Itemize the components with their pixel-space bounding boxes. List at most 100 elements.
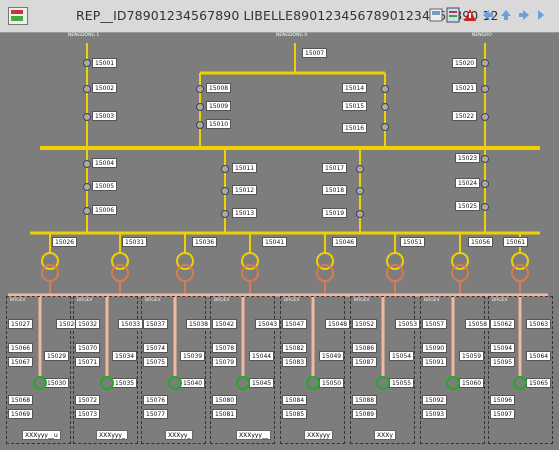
- breaker-label[interactable]: 15064: [526, 351, 552, 361]
- switch-icon[interactable]: [356, 165, 364, 173]
- breaker-label[interactable]: 15026: [52, 237, 78, 247]
- arrow-left-icon[interactable]: [480, 7, 496, 24]
- breaker-label[interactable]: 15011: [232, 163, 258, 173]
- breaker-label[interactable]: 15073: [75, 409, 101, 419]
- breaker-label[interactable]: 15044: [249, 351, 275, 361]
- switch-icon[interactable]: [221, 210, 229, 218]
- switch-icon[interactable]: [356, 210, 364, 218]
- breaker-label[interactable]: 15025: [455, 201, 481, 211]
- breaker-icon[interactable]: [446, 376, 460, 390]
- document-icon[interactable]: [445, 7, 461, 24]
- breaker-label[interactable]: 15069: [8, 409, 34, 419]
- breaker-label[interactable]: 15045: [249, 378, 275, 388]
- breaker-label[interactable]: 15080: [212, 395, 238, 405]
- switch-icon[interactable]: [83, 183, 91, 191]
- breaker-label[interactable]: 15068: [8, 395, 34, 405]
- breaker-label[interactable]: 15004: [92, 158, 118, 168]
- breaker-label[interactable]: 15077: [143, 409, 169, 419]
- breaker-label[interactable]: 15090: [422, 343, 448, 353]
- breaker-label[interactable]: 15083: [282, 357, 308, 367]
- breaker-label[interactable]: 15085: [282, 409, 308, 419]
- breaker-label[interactable]: 15057: [422, 319, 448, 329]
- switch-icon[interactable]: [481, 180, 489, 188]
- switch-icon[interactable]: [83, 59, 91, 67]
- breaker-icon[interactable]: [33, 376, 47, 390]
- breaker-label[interactable]: 15019: [322, 208, 348, 218]
- breaker-label[interactable]: 15039: [180, 351, 206, 361]
- breaker-label[interactable]: 15027: [8, 319, 34, 329]
- breaker-label[interactable]: 15097: [490, 409, 516, 419]
- breaker-label[interactable]: 15084: [282, 395, 308, 405]
- breaker-label[interactable]: 15031: [122, 237, 148, 247]
- breaker-label[interactable]: 15091: [422, 357, 448, 367]
- switch-icon[interactable]: [221, 187, 229, 195]
- breaker-label[interactable]: 15030: [44, 378, 70, 388]
- breaker-label[interactable]: 15009: [206, 101, 232, 111]
- footer-tag[interactable]: XXXyyy__: [236, 430, 271, 440]
- arrow-up-icon[interactable]: [498, 7, 514, 24]
- breaker-icon[interactable]: [100, 376, 114, 390]
- footer-tag[interactable]: XXXyyy: [304, 430, 333, 440]
- app-icon[interactable]: [8, 7, 28, 25]
- breaker-label[interactable]: 15074: [143, 343, 169, 353]
- breaker-label[interactable]: 15060: [459, 378, 485, 388]
- breaker-label[interactable]: 15089: [352, 409, 378, 419]
- breaker-label[interactable]: 15050: [319, 378, 345, 388]
- breaker-label[interactable]: 15046: [332, 237, 358, 247]
- breaker-label[interactable]: 15043: [255, 319, 281, 329]
- footer-tag[interactable]: XXXyyy__u: [22, 430, 61, 440]
- breaker-label[interactable]: 15093: [422, 409, 448, 419]
- print-icon[interactable]: [428, 7, 444, 24]
- breaker-label[interactable]: 15067: [8, 357, 34, 367]
- breaker-label[interactable]: 15018: [322, 185, 348, 195]
- breaker-label[interactable]: 15070: [75, 343, 101, 353]
- breaker-label[interactable]: 15034: [112, 351, 138, 361]
- switch-icon[interactable]: [83, 113, 91, 121]
- breaker-label[interactable]: 15051: [400, 237, 426, 247]
- breaker-label[interactable]: 15023: [455, 153, 481, 163]
- switch-icon[interactable]: [221, 165, 229, 173]
- breaker-label[interactable]: 15041: [262, 237, 288, 247]
- breaker-label[interactable]: 15062: [490, 319, 516, 329]
- arrow-back-icon[interactable]: [516, 7, 532, 24]
- switch-icon[interactable]: [481, 113, 489, 121]
- breaker-label[interactable]: 15087: [352, 357, 378, 367]
- breaker-label[interactable]: 15082: [282, 343, 308, 353]
- breaker-label[interactable]: 15021: [452, 83, 478, 93]
- breaker-label[interactable]: 15033: [118, 319, 144, 329]
- breaker-label[interactable]: 15012: [232, 185, 258, 195]
- breaker-icon[interactable]: [236, 376, 250, 390]
- breaker-label[interactable]: 15088: [352, 395, 378, 405]
- breaker-label[interactable]: 15002: [92, 83, 118, 93]
- breaker-label[interactable]: 15049: [319, 351, 345, 361]
- breaker-label[interactable]: 15079: [212, 357, 238, 367]
- breaker-label[interactable]: 15054: [389, 351, 415, 361]
- breaker-label[interactable]: 15016: [342, 123, 368, 133]
- switch-icon[interactable]: [196, 85, 204, 93]
- breaker-label[interactable]: 15078: [212, 343, 238, 353]
- switch-icon[interactable]: [83, 207, 91, 215]
- breaker-label[interactable]: 15095: [490, 357, 516, 367]
- breaker-label[interactable]: 15017: [322, 163, 348, 173]
- breaker-label[interactable]: 15061: [503, 237, 529, 247]
- switch-icon[interactable]: [196, 103, 204, 111]
- breaker-label[interactable]: 15094: [490, 343, 516, 353]
- breaker-label[interactable]: 15042: [212, 319, 238, 329]
- switch-icon[interactable]: [381, 103, 389, 111]
- breaker-label[interactable]: 15040: [180, 378, 206, 388]
- switch-icon[interactable]: [381, 85, 389, 93]
- breaker-icon[interactable]: [513, 376, 527, 390]
- breaker-label[interactable]: 15003: [92, 111, 118, 121]
- breaker-label[interactable]: 15059: [459, 351, 485, 361]
- breaker-label[interactable]: 15038: [186, 319, 212, 329]
- switch-icon[interactable]: [83, 85, 91, 93]
- breaker-label[interactable]: 15007: [302, 48, 328, 58]
- footer-tag[interactable]: XXXyy_: [165, 430, 194, 440]
- breaker-label[interactable]: 15035: [112, 378, 138, 388]
- switch-icon[interactable]: [83, 160, 91, 168]
- breaker-label[interactable]: 15066: [8, 343, 34, 353]
- breaker-label[interactable]: 15055: [389, 378, 415, 388]
- breaker-label[interactable]: 15047: [282, 319, 308, 329]
- breaker-label[interactable]: 15058: [465, 319, 491, 329]
- breaker-icon[interactable]: [376, 376, 390, 390]
